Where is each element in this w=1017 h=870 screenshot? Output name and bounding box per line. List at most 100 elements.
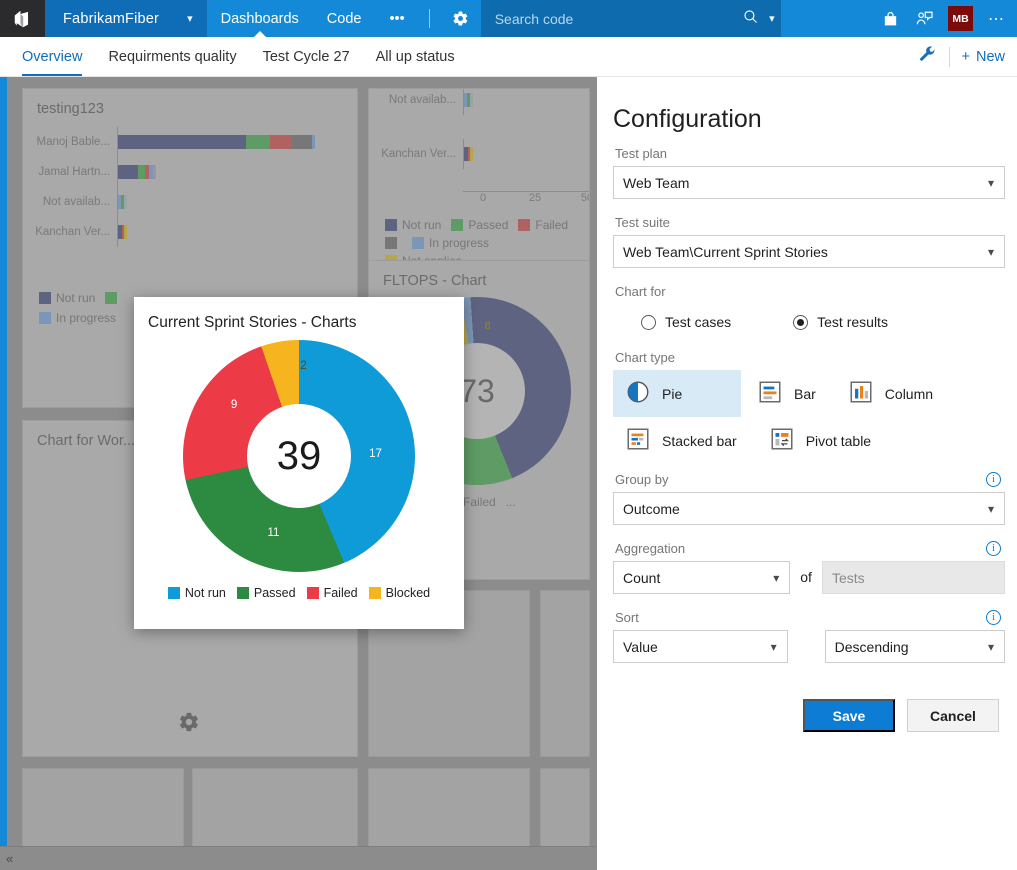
- bar-stack: [118, 165, 156, 179]
- chevron-down-icon: ▾: [988, 502, 994, 516]
- top-navigation-bar: FabrikamFiber ▾ Dashboards Code •••: [0, 0, 1017, 37]
- chevron-down-icon: ▾: [988, 245, 994, 259]
- bar-row: Not availab...: [23, 187, 357, 217]
- new-button[interactable]: + New: [962, 49, 1005, 65]
- chevron-down-icon[interactable]: ▾: [769, 12, 775, 25]
- widget-title: FLTOPS - Chart: [369, 261, 589, 289]
- feedback-person-icon[interactable]: [907, 0, 941, 37]
- bar-row: Not availab...: [369, 88, 589, 115]
- chart-type-label: Chart type: [615, 350, 1005, 365]
- chart-type-pie[interactable]: Pie: [613, 370, 741, 417]
- chart-x-ticks: 0 25 50: [457, 192, 590, 204]
- chart-type-bar[interactable]: Bar: [745, 370, 832, 417]
- legend-label: Not run: [402, 218, 441, 232]
- legend-swatch: [105, 292, 117, 304]
- info-icon[interactable]: i: [986, 541, 1001, 556]
- test-suite-label: Test suite: [615, 215, 1005, 230]
- avatar[interactable]: MB: [948, 6, 973, 31]
- legend-item-failed: Failed: [307, 586, 358, 600]
- test-plan-label: Test plan: [615, 146, 1005, 161]
- settings-button[interactable]: [440, 0, 481, 37]
- search-input[interactable]: [493, 10, 683, 28]
- project-selector[interactable]: FabrikamFiber ▾: [45, 0, 207, 37]
- test-plan-select[interactable]: Web Team ▾: [613, 166, 1005, 199]
- chevron-down-icon[interactable]: ▾: [187, 12, 193, 25]
- bar-stack: [464, 93, 473, 107]
- bar-row: Kanchan Ver...: [23, 217, 357, 247]
- legend-label: Not run: [185, 586, 226, 600]
- stacked-bar-chart-icon: [625, 426, 651, 455]
- tabbar-actions: + New: [918, 45, 1017, 69]
- ellipsis-icon: •••: [389, 11, 404, 27]
- tab-label: Test Cycle 27: [263, 49, 350, 65]
- legend-swatch: [39, 312, 51, 324]
- sort-label: Sort: [615, 610, 639, 625]
- bar-row: Manoj Bable...: [23, 127, 357, 157]
- chart-type-label-text: Bar: [794, 386, 816, 402]
- sort-direction-select[interactable]: Descending ▾: [825, 630, 1005, 663]
- aggregation-select[interactable]: Count ▾: [613, 561, 790, 594]
- chevron-down-icon: ▾: [988, 176, 994, 190]
- chart-type-label-text: Pivot table: [806, 433, 871, 449]
- search-box[interactable]: ▾: [481, 0, 781, 37]
- cancel-button[interactable]: Cancel: [907, 699, 999, 732]
- legend-label: Passed: [254, 586, 296, 600]
- chart-type-pivot-table[interactable]: Pivot table: [757, 417, 887, 464]
- save-button[interactable]: Save: [803, 699, 895, 732]
- page-title: Configuration: [613, 105, 1005, 134]
- tab-requirements-quality[interactable]: Requirments quality: [95, 37, 249, 76]
- group-by-select[interactable]: Outcome ▾: [613, 492, 1005, 525]
- legend-swatch: [168, 587, 180, 599]
- radio-label: Test cases: [665, 314, 731, 330]
- dashboard-bottom-bar: «: [0, 846, 597, 870]
- tab-all-up-status[interactable]: All up status: [363, 37, 468, 76]
- legend-label: Failed: [463, 495, 496, 509]
- radio-label: Test results: [817, 314, 888, 330]
- nav-item-dashboards[interactable]: Dashboards: [207, 0, 313, 37]
- nav-item-code[interactable]: Code: [313, 0, 376, 37]
- column-chart-icon: [848, 379, 874, 408]
- radio-test-cases[interactable]: Test cases: [641, 314, 731, 330]
- collapse-left-chevron-icon[interactable]: «: [0, 851, 19, 866]
- radio-test-results[interactable]: Test results: [793, 314, 888, 330]
- x-tick: 50: [561, 192, 590, 204]
- legend-item: ...: [506, 495, 516, 509]
- sort-field-select[interactable]: Value ▾: [613, 630, 788, 663]
- wrench-icon[interactable]: [918, 45, 937, 69]
- marketplace-bag-icon[interactable]: [873, 0, 907, 37]
- tab-overview[interactable]: Overview: [9, 37, 95, 76]
- ellipsis-icon[interactable]: ⋯: [980, 9, 1013, 29]
- legend-swatch: [412, 237, 424, 249]
- legend-item: Failed: [518, 218, 568, 232]
- gear-icon: [178, 711, 200, 738]
- chart-for-radio-group: Test cases Test results: [613, 304, 1005, 330]
- azure-devops-logo-icon[interactable]: [0, 0, 45, 37]
- new-label: New: [976, 49, 1005, 65]
- widget-placeholder[interactable]: [540, 590, 590, 757]
- nav-item-more[interactable]: •••: [375, 0, 418, 37]
- legend-item-passed: Passed: [237, 586, 296, 600]
- app-root: FabrikamFiber ▾ Dashboards Code •••: [0, 0, 1017, 870]
- legend-label: In progress: [429, 236, 489, 250]
- tab-label: All up status: [376, 49, 455, 65]
- tab-test-cycle-27[interactable]: Test Cycle 27: [250, 37, 363, 76]
- legend-label: ...: [506, 495, 516, 509]
- bar-row: Kanchan Ver...: [369, 139, 589, 169]
- nav-label: Dashboards: [221, 11, 299, 27]
- configuration-panel: Configuration Test plan Web Team ▾ Test …: [597, 77, 1017, 870]
- test-suite-select[interactable]: Web Team\Current Sprint Stories ▾: [613, 235, 1005, 268]
- legend-label: Blocked: [386, 586, 430, 600]
- legend-item: [385, 236, 402, 250]
- radio-dot-selected: [793, 315, 808, 330]
- tab-label: Requirments quality: [108, 49, 236, 65]
- aggregation-row: Count ▾ of Tests: [613, 561, 1005, 594]
- info-icon[interactable]: i: [986, 610, 1001, 625]
- chart-type-column[interactable]: Column: [836, 370, 949, 417]
- aggregation-value: Count: [623, 570, 660, 586]
- info-icon[interactable]: i: [986, 472, 1001, 487]
- search-icon[interactable]: [742, 8, 759, 30]
- chart-type-stacked-bar[interactable]: Stacked bar: [613, 417, 753, 464]
- legend-item: [105, 291, 122, 305]
- pivot-table-icon: [769, 426, 795, 455]
- donut-label-not-run: 17: [369, 448, 382, 460]
